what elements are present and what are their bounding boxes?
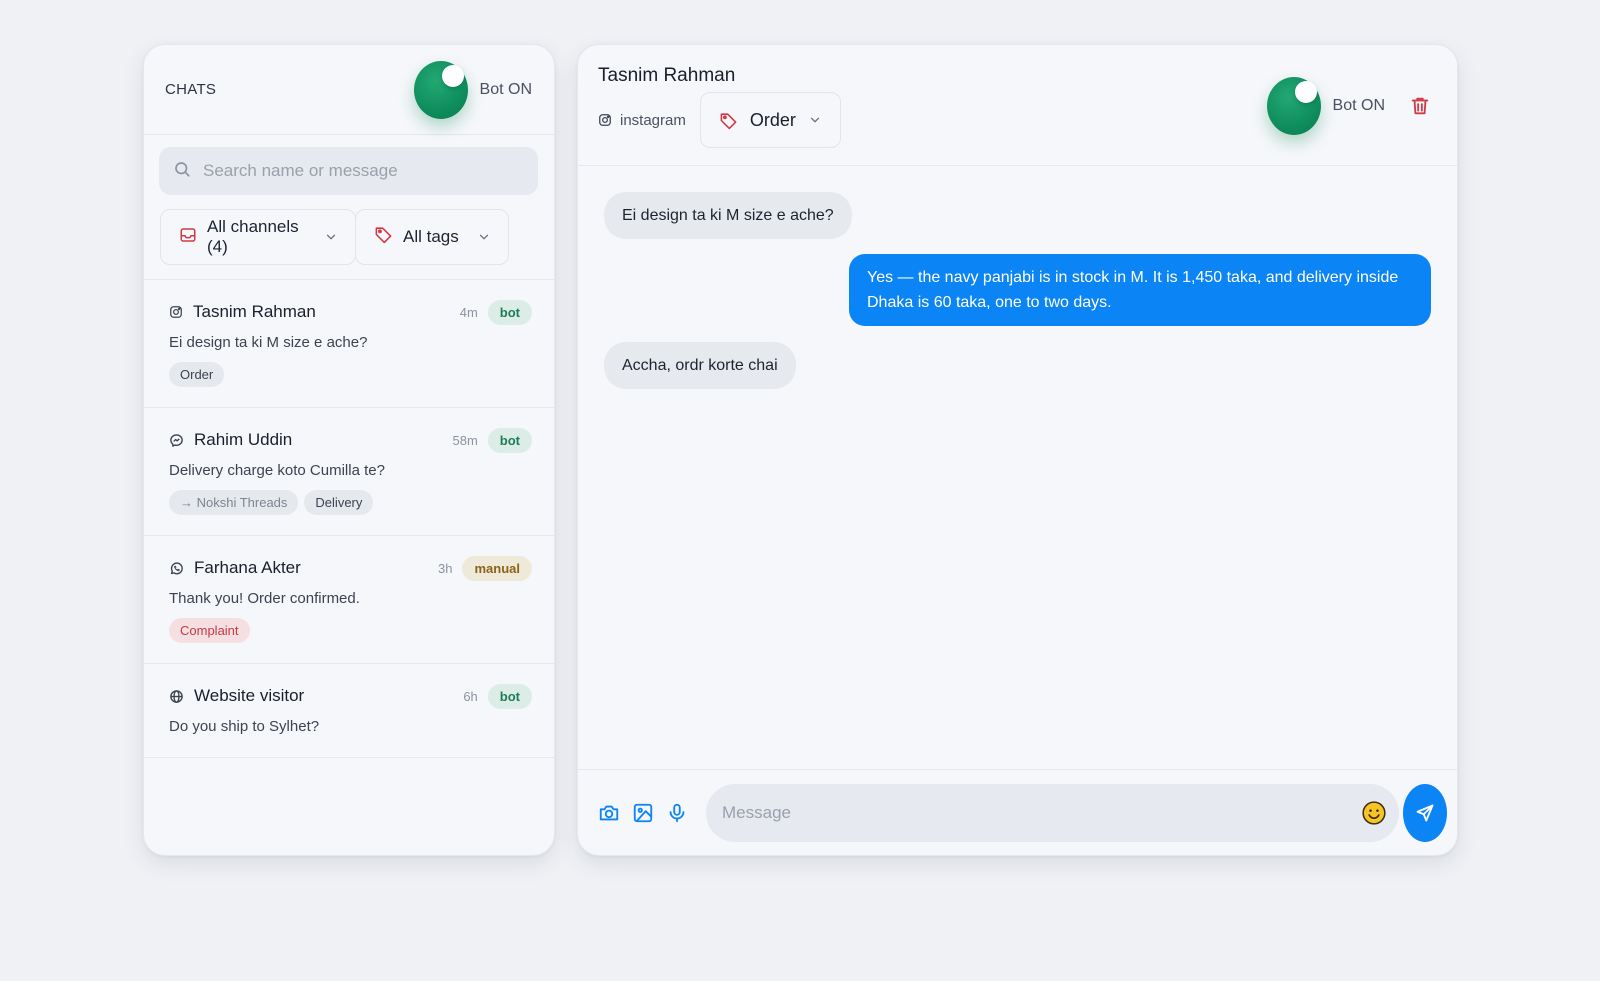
- emoji-button[interactable]: [1361, 800, 1387, 826]
- chat-contact-name: Farhana Akter: [194, 558, 301, 577]
- chat-mode-badge: manual: [462, 555, 532, 581]
- conversation-tag-dropdown[interactable]: Order: [699, 92, 841, 148]
- conversation-bot-toggle[interactable]: [1266, 77, 1321, 135]
- trash-icon: [1409, 95, 1431, 117]
- search-input[interactable]: [203, 161, 503, 181]
- send-button[interactable]: [1403, 783, 1447, 842]
- chevron-down-icon: [477, 230, 491, 244]
- chat-time: 4m: [459, 304, 478, 320]
- chat-mode-badge: bot: [487, 299, 532, 325]
- chat-contact-name: Website visitor: [194, 686, 305, 705]
- message-input-wrap: [706, 783, 1399, 842]
- chat-preview: Thank you! Order confirmed.: [169, 590, 360, 607]
- tag-icon: [719, 111, 738, 130]
- camera-button[interactable]: [592, 796, 626, 830]
- chat-mode-badge: bot: [487, 683, 532, 709]
- delete-conversation-button[interactable]: [1409, 95, 1431, 117]
- camera-icon: [598, 802, 620, 824]
- conversation-header: Tasnim Rahman instagram Order Bot ON: [578, 45, 1457, 166]
- inbox-icon: [179, 226, 197, 249]
- global-bot-toggle[interactable]: [413, 60, 468, 119]
- message-input[interactable]: [722, 802, 1361, 823]
- tag-chip: Delivery: [304, 490, 374, 515]
- smiley-icon: [1361, 800, 1387, 826]
- conversation-tag-label: Order: [749, 109, 796, 130]
- send-icon: [1415, 803, 1435, 823]
- channel-name: instagram: [620, 111, 686, 129]
- chat-preview: Ei design ta ki M size e ache?: [169, 334, 368, 351]
- chevron-down-icon: [324, 230, 338, 244]
- messenger-icon: [169, 433, 184, 448]
- chat-list: Tasnim Rahman 4m bot Ei design ta ki M s…: [144, 279, 554, 758]
- search-icon: [173, 160, 191, 183]
- tag-filter-label: All tags: [403, 227, 459, 246]
- chat-mode-badge: bot: [487, 427, 532, 453]
- chat-time: 58m: [452, 432, 478, 448]
- toggle-knob: [441, 64, 464, 87]
- incoming-message: Accha, ordr korte chai: [604, 342, 796, 389]
- global-bot-toggle-label: Bot ON: [479, 80, 532, 98]
- whatsapp-icon: [169, 561, 184, 576]
- tag-icon: [374, 225, 393, 249]
- channel-filter-label: All channels (4): [207, 217, 299, 256]
- chat-list-item[interactable]: Website visitor 6h bot Do you ship to Sy…: [144, 664, 554, 758]
- routed-shop-chip: → Nokshi Threads: [169, 490, 299, 515]
- global-bot-toggle-group: Bot ON: [413, 60, 532, 119]
- chat-contact-name: Rahim Uddin: [194, 430, 293, 449]
- chat-list-panel: CHATS Bot ON All channels (4): [143, 44, 555, 856]
- conversation-panel: Tasnim Rahman instagram Order Bot ON Ei …: [577, 44, 1458, 856]
- channel-filter-dropdown[interactable]: All channels (4): [160, 209, 356, 265]
- conversation-actions: Bot ON: [1266, 77, 1431, 135]
- chat-time: 3h: [438, 560, 453, 576]
- chat-list-header: CHATS Bot ON: [144, 45, 554, 135]
- filter-row: All channels (4) All tags: [160, 209, 554, 265]
- toggle-knob: [1294, 81, 1317, 103]
- chats-title: CHATS: [165, 81, 217, 98]
- image-button[interactable]: [626, 796, 660, 830]
- chevron-down-icon: [808, 113, 822, 127]
- conversation-bot-toggle-label: Bot ON: [1332, 97, 1385, 114]
- microphone-button[interactable]: [660, 796, 694, 830]
- instagram-icon: [598, 113, 612, 127]
- incoming-message: Ei design ta ki M size e ache?: [604, 192, 852, 239]
- chat-preview: Do you ship to Sylhet?: [169, 718, 320, 735]
- chat-contact-name: Tasnim Rahman: [193, 302, 316, 321]
- tag-filter-dropdown[interactable]: All tags: [355, 209, 509, 265]
- chat-preview: Delivery charge koto Cumilla te?: [169, 462, 385, 479]
- tag-chip: Complaint: [169, 618, 250, 643]
- search-box[interactable]: [159, 147, 538, 195]
- message-composer: [578, 769, 1457, 855]
- chat-list-item[interactable]: Farhana Akter 3h manual Thank you! Order…: [144, 536, 554, 664]
- outgoing-message: Yes — the navy panjabi is in stock in M.…: [849, 254, 1431, 326]
- tag-chip: Order: [169, 362, 225, 387]
- conversation-channel: instagram: [598, 112, 686, 129]
- globe-icon: [169, 689, 184, 704]
- image-icon: [632, 802, 654, 824]
- chat-time: 6h: [463, 688, 478, 704]
- chat-list-item[interactable]: Rahim Uddin 58m bot Delivery charge koto…: [144, 408, 554, 536]
- microphone-icon: [666, 802, 688, 824]
- message-thread: Ei design ta ki M size e ache? Yes — the…: [578, 166, 1457, 769]
- instagram-icon: [169, 305, 183, 319]
- chat-list-item[interactable]: Tasnim Rahman 4m bot Ei design ta ki M s…: [144, 280, 554, 408]
